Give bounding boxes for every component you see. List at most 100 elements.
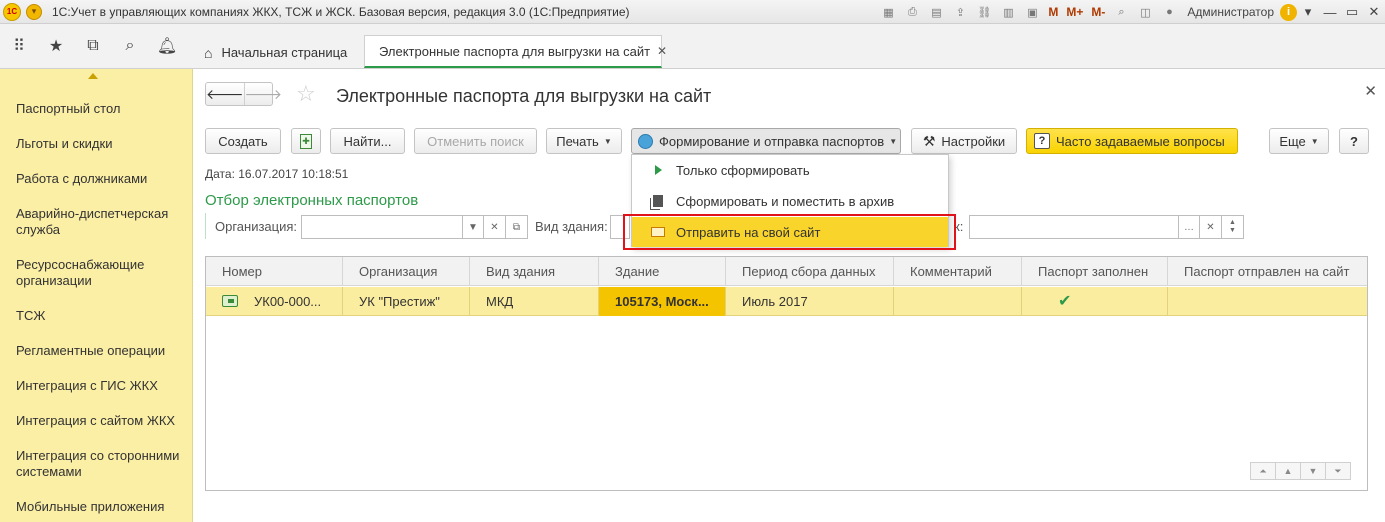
documents-icon — [650, 195, 666, 207]
sidebar-item-hoa[interactable]: ТСЖ — [16, 308, 186, 324]
form-send-passports-button[interactable]: Формирование и отправка паспортов ▼ — [631, 128, 901, 154]
sidebar-item-debtors[interactable]: Работа с должниками — [16, 171, 186, 187]
scroll-down-icon[interactable]: ▼ — [1300, 462, 1326, 480]
cell-number[interactable]: УК00-000... — [238, 287, 343, 316]
scroll-bottom-icon[interactable]: ⏷ — [1325, 462, 1351, 480]
tools-icon: ⚒ — [922, 132, 936, 149]
sidebar-item-third-party-integration[interactable]: Интеграция со сторонними системами — [16, 448, 186, 480]
menu-item-only-form[interactable]: Только сформировать — [632, 155, 948, 185]
organization-field[interactable] — [301, 215, 463, 239]
grid-menu-icon[interactable]: ⠿ — [9, 36, 29, 56]
more-button[interactable]: Еще ▼ — [1269, 128, 1329, 154]
memory-mminus-icon[interactable]: M- — [1091, 4, 1105, 20]
create-button[interactable]: Создать — [205, 128, 281, 154]
calendar-icon[interactable]: ▣ — [1024, 4, 1040, 20]
favorite-star-icon[interactable]: ☆ — [296, 81, 316, 107]
building-field[interactable] — [969, 215, 1179, 239]
menu-item-form-archive[interactable]: Сформировать и поместить в архив — [632, 186, 948, 216]
document-posted-icon — [222, 295, 238, 307]
sidebar-item-site-integration[interactable]: Интеграция с сайтом ЖКХ — [16, 413, 186, 429]
chevron-down-icon: ▼ — [1310, 136, 1319, 146]
tab-e-passports-label: Электронные паспорта для выгрузки на сай… — [379, 43, 651, 59]
sidebar-item-resource-suppliers[interactable]: Ресурсоснабжающие организации — [16, 257, 186, 289]
panels-icon[interactable]: ◫ — [1137, 4, 1153, 20]
calculator-icon[interactable]: ▥ — [1000, 4, 1016, 20]
settings-label: Настройки — [941, 133, 1006, 149]
cell-sent[interactable] — [1168, 287, 1367, 316]
sidebar-item-benefits[interactable]: Льготы и скидки — [16, 136, 186, 152]
annotation-highlight-frame — [623, 214, 956, 250]
column-header[interactable]: Комментарий — [894, 257, 1022, 286]
link-icon[interactable]: ⛓ — [976, 4, 992, 20]
organization-open-icon[interactable]: ⧉ — [506, 215, 528, 239]
building-clear-icon[interactable]: ✕ — [1200, 215, 1222, 239]
cell-filled[interactable]: ✔ — [1022, 287, 1168, 316]
table-row[interactable]: УК00-000... УК "Престиж" МКД 105173, Мос… — [206, 287, 1367, 316]
help-button[interactable]: ? — [1339, 128, 1369, 154]
column-header[interactable]: Паспорт заполнен — [1022, 257, 1168, 286]
find-button[interactable]: Найти... — [330, 128, 405, 154]
column-header[interactable]: Номер — [206, 257, 343, 286]
minimize-icon[interactable]: — — [1319, 5, 1341, 20]
tab-home[interactable]: ⌂ Начальная страница — [190, 36, 361, 69]
cell-organization[interactable]: УК "Престиж" — [343, 287, 470, 316]
restore-icon[interactable]: ▭ — [1341, 4, 1363, 20]
close-window-icon[interactable]: ✕ — [1363, 4, 1385, 20]
excel-file-icon: ✚ — [300, 133, 312, 149]
column-header[interactable]: Организация — [343, 257, 470, 286]
report-date: Дата: 16.07.2017 10:18:51 — [205, 167, 349, 181]
memory-mplus-icon[interactable]: M+ — [1066, 4, 1083, 20]
scroll-up-icon[interactable]: ▲ — [1275, 462, 1301, 480]
user-name[interactable]: Администратор — [1187, 5, 1274, 19]
cancel-search-button[interactable]: Отменить поиск — [414, 128, 537, 154]
print-button[interactable]: Печать ▼ — [546, 128, 622, 154]
forward-arrow-icon[interactable]: 🡒 — [243, 83, 282, 105]
column-header[interactable]: Паспорт отправлен на сайт — [1168, 257, 1367, 286]
save-icon[interactable]: ▦ — [880, 4, 896, 20]
window-title: 1С:Учет в управляющих компаниях ЖКХ, ТСЖ… — [52, 4, 630, 19]
checkmark-icon: ✔ — [1058, 293, 1072, 310]
preview-icon[interactable]: ▤ — [928, 4, 944, 20]
tab-home-label: Начальная страница — [221, 45, 348, 60]
filter-group-title[interactable]: Отбор электронных паспортов — [205, 192, 418, 209]
favorites-star-icon[interactable]: ★ — [46, 36, 66, 56]
building-spin-icon[interactable]: ▲ ▼ — [1222, 215, 1244, 239]
building-select-icon[interactable]: … — [1178, 215, 1200, 239]
sidebar-item-emergency-service[interactable]: Аварийно-диспетчерская служба — [16, 206, 186, 238]
organization-clear-icon[interactable]: ✕ — [484, 215, 506, 239]
search-nav-icon[interactable]: ⌕ — [120, 36, 140, 56]
cell-comment[interactable] — [894, 287, 1022, 316]
tab-e-passports[interactable]: Электронные паспорта для выгрузки на сай… — [364, 35, 667, 68]
column-header[interactable]: Здание — [599, 257, 726, 286]
copy-excel-button[interactable]: ✚ — [291, 128, 321, 154]
faq-button[interactable]: ? Часто задаваемые вопросы — [1026, 128, 1238, 154]
sidebar-scroll-up-icon[interactable] — [88, 73, 98, 79]
cell-building[interactable]: 105173, Моск... — [599, 287, 726, 316]
print-icon[interactable]: ⎙ — [904, 4, 920, 20]
page-title: Электронные паспорта для выгрузки на сай… — [336, 86, 712, 106]
cell-building-type[interactable]: МКД — [470, 287, 599, 316]
info-dropdown-icon[interactable]: ▾ — [1297, 4, 1319, 20]
sidebar-item-scheduled-ops[interactable]: Регламентные операции — [16, 343, 186, 359]
settings-button[interactable]: ⚒ Настройки — [911, 128, 1017, 154]
column-header[interactable]: Период сбора данных — [726, 257, 894, 286]
history-icon[interactable]: ⧉ — [83, 36, 103, 56]
memory-m-icon[interactable]: M — [1048, 4, 1058, 20]
cell-period[interactable]: Июль 2017 — [726, 287, 894, 316]
column-header[interactable]: Вид здания — [470, 257, 599, 286]
sidebar-item-mobile-apps[interactable]: Мобильные приложения — [16, 499, 186, 515]
search-icon[interactable]: ⌕ — [1113, 4, 1129, 20]
sidebar-item-gis-integration[interactable]: Интеграция с ГИС ЖКХ — [16, 378, 186, 394]
info-icon[interactable]: i — [1280, 3, 1297, 21]
main-menu-button[interactable]: ▾ — [26, 3, 42, 20]
organization-dropdown-icon[interactable]: ▼ — [462, 215, 484, 239]
tab-close-icon[interactable]: ✕ — [657, 44, 667, 58]
section-toolbar: ⠿ ★ ⧉ ⌕ 🔔︎ ⌂ Начальная страница Электрон… — [0, 24, 1385, 69]
sidebar-item-passport-office[interactable]: Паспортный стол — [16, 101, 186, 117]
back-arrow-icon[interactable]: 🡐 — [206, 83, 244, 105]
attach-icon[interactable]: ⇪ — [952, 4, 968, 20]
scroll-top-icon[interactable]: ⏶ — [1250, 462, 1276, 480]
home-icon: ⌂ — [204, 44, 213, 61]
notifications-bell-icon[interactable]: 🔔︎ — [157, 36, 177, 56]
close-form-icon[interactable]: ✕ — [1364, 82, 1377, 100]
